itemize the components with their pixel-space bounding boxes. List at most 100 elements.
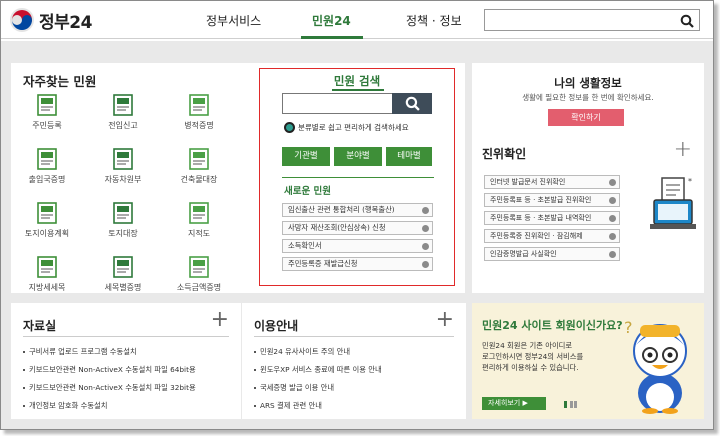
logo-text: 정부24 [39, 12, 92, 33]
frequent-item[interactable]: 지적도 [171, 201, 227, 239]
verify-item-label: 주민등록증 진위확인 · 잠김해제 [490, 232, 583, 240]
immigration-icon [32, 147, 62, 171]
category-by-agency-button[interactable]: 기관별 [282, 147, 330, 166]
data-room-panel: 자료실 + 구비서류 업로드 프로그램 수동설치 키보드보안관련 Non-Act… [11, 303, 241, 419]
divider [23, 336, 229, 337]
svg-text:*: * [688, 177, 692, 186]
car-register-icon [108, 147, 138, 171]
document-verify-icon: * [644, 176, 702, 236]
frequent-services-panel: 자주찾는 민원 주민등록 전입신고 병적증명 출입국증명 자동차원부 건축물대장 토지이용계… [11, 63, 243, 293]
data-room-title: 자료실 [23, 319, 57, 333]
title-underline [332, 89, 384, 91]
arrow-right-icon: ▶ [522, 399, 528, 407]
data-room-item[interactable]: 구비서류 업로드 프로그램 수동설치 [23, 347, 137, 357]
new-service-label: 주민등록증 재발급신청 [288, 259, 358, 268]
search-help-text: 분류별로 쉽고 편리하게 검색하세요 [298, 123, 409, 132]
verify-item[interactable]: 인감증명발급 사실확인 [484, 247, 620, 261]
search-help-row: 분류별로 쉽고 편리하게 검색하세요 [284, 122, 409, 133]
pager-pause-icon[interactable] [574, 401, 577, 408]
divider [254, 336, 454, 337]
search-icon[interactable] [680, 13, 694, 32]
help-question-icon [284, 122, 295, 133]
verify-item[interactable]: 주민등록표 등 · 초본발급 내역확인 [484, 211, 620, 225]
nav-policy-info[interactable]: 정책 · 정보 [406, 12, 462, 29]
new-service-item[interactable]: 소득확인서 [282, 239, 433, 253]
new-service-label: 소득확인서 [288, 241, 322, 250]
frequent-item-label: 주민등록 [32, 121, 62, 130]
frequent-item[interactable]: 병적증명 [171, 93, 227, 131]
verify-item-label: 인감증명발급 사실확인 [490, 250, 557, 258]
frequent-item[interactable]: 세목별증명 [95, 255, 151, 293]
verify-panel: 진위확인 + 인터넷 발급문서 진위확인 주민등록표 등 · 초본발급 진위확인… [472, 131, 704, 293]
frequent-item[interactable]: 주민등록 [19, 93, 75, 131]
usage-guide-item[interactable]: 국세증명 발급 이용 안내 [254, 383, 334, 393]
data-room-item[interactable]: 키보드보안관련 Non-ActiveX 수동설치 파일 64bit용 [23, 365, 196, 375]
frequent-item[interactable]: 출입국증명 [19, 147, 75, 185]
verify-more-icon[interactable]: + [674, 137, 692, 162]
civil-search-title: 민원 검색 [333, 74, 381, 88]
usage-guide-item[interactable]: 민원24 유사사이트 주의 안내 [254, 347, 350, 357]
frequent-item-label: 출입국증명 [28, 175, 66, 184]
verify-item-label: 주민등록표 등 · 초본발급 진위확인 [490, 196, 592, 204]
member-details-label: 자세히보기 [488, 399, 521, 407]
member-title: 민원24 사이트 회원이신가요? [482, 319, 623, 332]
frequent-item[interactable]: 건축물대장 [171, 147, 227, 185]
member-panel: 민원24 사이트 회원이신가요? 민원24 회원은 기존 아이디로 로그인하시면… [472, 303, 704, 419]
site-search-input[interactable] [484, 9, 700, 31]
frequent-item-label: 자동차원부 [104, 175, 142, 184]
arrow-icon [609, 251, 616, 258]
browser-frame: 정부24 정부서비스 민원24 정책 · 정보 자주찾는 민원 주민등록 전입신고… [0, 0, 714, 430]
member-desc-line: 로그인하시면 정부24의 서비스를 [482, 352, 584, 361]
pager-pause-icon[interactable] [570, 401, 573, 408]
building-register-icon [184, 147, 214, 171]
resident-registration-icon [32, 93, 62, 117]
new-service-item[interactable]: 사망자 재산조회(안심상속) 신청 [282, 221, 433, 235]
nav-government-service[interactable]: 정부서비스 [206, 12, 261, 29]
frequent-item[interactable]: 지방세세목 [19, 255, 75, 293]
category-by-theme-button[interactable]: 테마별 [386, 147, 432, 166]
data-room-more-icon[interactable]: + [211, 307, 229, 332]
pager-dot-active[interactable] [564, 401, 567, 408]
new-service-item[interactable]: 임신출산 관련 통합처리 (행복출산) [282, 203, 433, 217]
verify-item[interactable]: 주민등록표 등 · 초본발급 진위확인 [484, 193, 620, 207]
arrow-icon [422, 207, 429, 214]
data-room-item[interactable]: 키보드보안관련 Non-ActiveX 수동설치 파일 32bit용 [23, 383, 196, 393]
income-certificate-icon [184, 255, 214, 279]
member-desc: 민원24 회원은 기존 아이디로 로그인하시면 정부24의 서비스를 편리하게 … [482, 340, 583, 373]
frequent-item[interactable]: 토지대장 [95, 201, 151, 239]
verify-item[interactable]: 주민등록증 진위확인 · 잠김해제 [484, 229, 620, 243]
new-service-item[interactable]: 주민등록증 재발급신청 [282, 257, 433, 271]
frequent-item[interactable]: 소득금액증명 [171, 255, 227, 293]
civil-search-button[interactable] [392, 93, 432, 114]
arrow-icon [422, 243, 429, 250]
member-details-button[interactable]: 자세히보기 ▶ [482, 397, 546, 410]
life-info-title: 나의 생활정보 [554, 76, 622, 90]
land-register-icon [108, 201, 138, 225]
frequent-item[interactable]: 토지이용계획 [19, 201, 75, 239]
usage-guide-title: 이용안내 [254, 319, 299, 333]
svg-text:?: ? [624, 318, 633, 337]
frequent-item-label: 건축물대장 [180, 175, 218, 184]
land-use-icon [32, 201, 62, 225]
site-logo[interactable]: 정부24 [9, 7, 92, 33]
data-room-item[interactable]: 개인정보 암호화 수동설치 [23, 401, 107, 411]
verify-item[interactable]: 인터넷 발급문서 진위확인 [484, 175, 620, 189]
verify-item-label: 주민등록표 등 · 초본발급 내역확인 [490, 214, 592, 222]
life-info-desc: 생활에 필요한 정보를 한 번에 확인하세요. [522, 93, 654, 102]
house-move-icon [108, 93, 138, 117]
verify-title: 진위확인 [482, 147, 527, 161]
member-desc-line: 민원24 회원은 기존 아이디로 [482, 341, 573, 350]
site-header: 정부24 정부서비스 민원24 정책 · 정보 [1, 1, 713, 39]
usage-guide-more-icon[interactable]: + [436, 307, 454, 332]
frequent-item[interactable]: 자동차원부 [95, 147, 151, 185]
category-by-field-button[interactable]: 분야별 [334, 147, 382, 166]
usage-guide-item[interactable]: 윈도우XP 서비스 종료에 따른 이용 안내 [254, 365, 382, 375]
arrow-icon [609, 233, 616, 240]
new-services-title: 새로운 민원 [284, 186, 332, 197]
usage-guide-item[interactable]: ARS 결제 관련 안내 [254, 401, 322, 411]
frequent-item-label: 병적증명 [184, 121, 214, 130]
life-info-button[interactable]: 확인하기 [548, 109, 624, 126]
arrow-icon [422, 225, 429, 232]
nav-minwon24[interactable]: 민원24 [312, 12, 351, 29]
frequent-item[interactable]: 전입신고 [95, 93, 151, 131]
